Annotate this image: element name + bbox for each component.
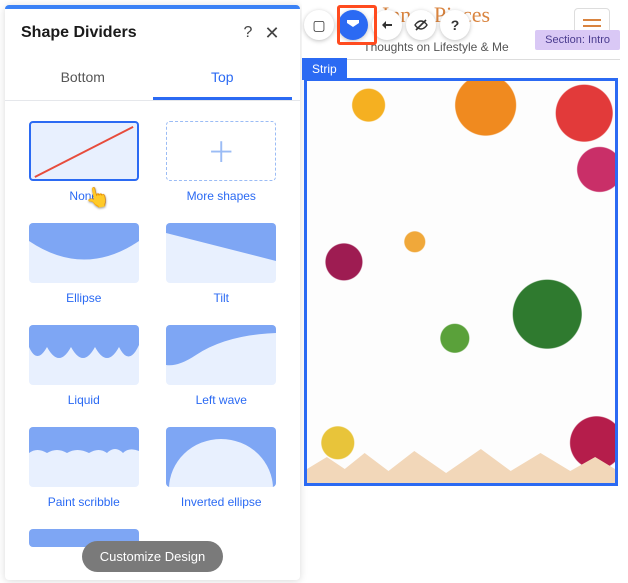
eye-off-icon [413, 17, 429, 33]
hamburger-icon [583, 25, 601, 27]
shape-divider-icon [345, 17, 361, 33]
help-button[interactable]: ? [236, 21, 260, 45]
shape-label: Ellipse [66, 291, 101, 305]
shape-label: None [69, 189, 98, 203]
shape-label: Inverted ellipse [181, 495, 262, 509]
motion-icon [379, 17, 395, 33]
shape-option-leftwave[interactable] [166, 325, 276, 385]
section-label[interactable]: Section: Intro [535, 30, 620, 50]
shapes-grid[interactable]: None ＋ More shapes Ellipse Tilt [5, 101, 300, 580]
close-button[interactable]: ✕ [260, 21, 284, 45]
shape-label: Liquid [68, 393, 100, 407]
shape-option-liquid[interactable] [29, 325, 139, 385]
shape-dividers-panel: Shape Dividers ? ✕ Bottom Top None ＋ Mor… [5, 5, 300, 580]
customize-design-button[interactable]: Customize Design [82, 541, 224, 572]
site-subtitle: Thoughts on Lifestyle & Me [302, 40, 570, 54]
shape-option-tilt[interactable] [166, 223, 276, 283]
toolbar-animate-button[interactable] [372, 10, 402, 40]
shape-option-inverted-ellipse[interactable] [166, 427, 276, 487]
shape-label: More shapes [187, 189, 256, 203]
plus-icon: ＋ [207, 131, 235, 171]
panel-header: Shape Dividers ? ✕ [5, 9, 300, 57]
toolbar-stop-button[interactable]: ▢ [304, 10, 334, 40]
strip-selection[interactable] [304, 78, 618, 486]
help-icon: ? [451, 17, 460, 33]
shape-option-paint-scribble[interactable] [29, 427, 139, 487]
editor-canvas: Inner Pieces Thoughts on Lifestyle & Me … [302, 0, 628, 583]
tabs: Bottom Top [5, 57, 300, 101]
strip-toolbar: ▢ ? [304, 10, 470, 40]
toolbar-help-button[interactable]: ? [440, 10, 470, 40]
tab-bottom[interactable]: Bottom [13, 57, 153, 100]
strip-label[interactable]: Strip [302, 58, 347, 80]
shape-option-none[interactable] [29, 121, 139, 181]
shape-label: Left wave [196, 393, 247, 407]
shape-label: Tilt [213, 291, 229, 305]
panel-title: Shape Dividers [21, 24, 236, 42]
shape-label: Paint scribble [48, 495, 120, 509]
toolbar-visibility-button[interactable] [406, 10, 436, 40]
shape-option-ellipse[interactable] [29, 223, 139, 283]
square-icon: ▢ [312, 17, 325, 34]
shape-option-more[interactable]: ＋ [166, 121, 276, 181]
strip-top-divider-preview [307, 443, 615, 483]
strip-background-image [307, 81, 615, 483]
toolbar-shape-divider-button[interactable] [338, 10, 368, 40]
tab-top[interactable]: Top [153, 57, 293, 100]
